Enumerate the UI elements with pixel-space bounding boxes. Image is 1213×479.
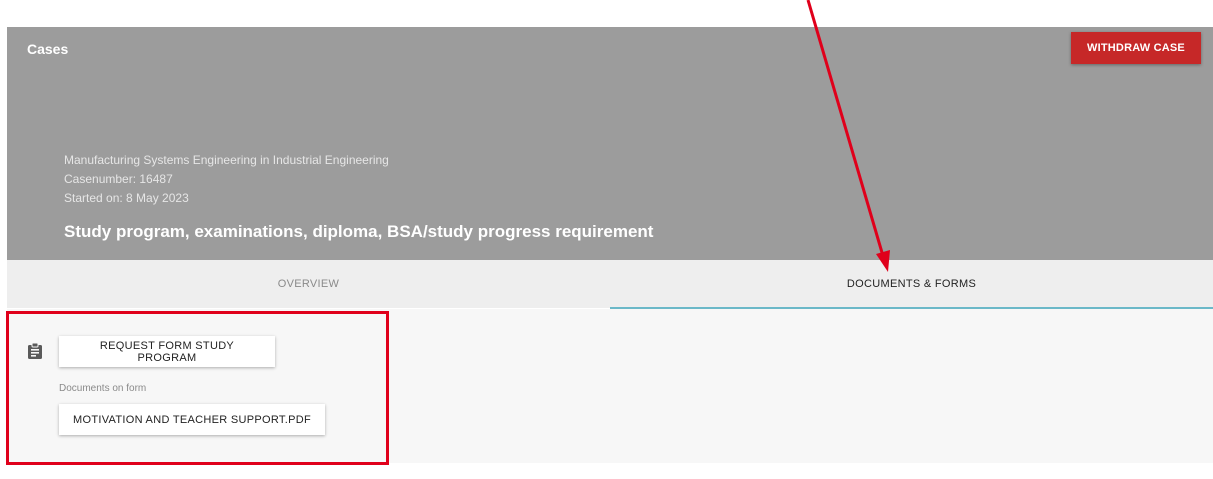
tab-bar: OVERVIEW DOCUMENTS & FORMS — [7, 260, 1213, 309]
case-info: Manufacturing Systems Engineering in Ind… — [64, 151, 389, 208]
tab-overview[interactable]: OVERVIEW — [7, 260, 610, 308]
case-header: Cases WITHDRAW CASE Manufacturing System… — [7, 27, 1213, 260]
withdraw-case-button[interactable]: WITHDRAW CASE — [1071, 32, 1201, 64]
start-date: Started on: 8 May 2023 — [64, 191, 189, 205]
page: Cases WITHDRAW CASE Manufacturing System… — [0, 0, 1213, 479]
page-title: Cases — [27, 41, 69, 57]
case-number: Casenumber: 16487 — [64, 172, 173, 186]
highlight-box-annotation — [6, 311, 389, 465]
tab-documents-forms[interactable]: DOCUMENTS & FORMS — [610, 260, 1213, 309]
program-name: Manufacturing Systems Engineering in Ind… — [64, 153, 389, 167]
case-subject: Study program, examinations, diploma, BS… — [64, 222, 654, 241]
